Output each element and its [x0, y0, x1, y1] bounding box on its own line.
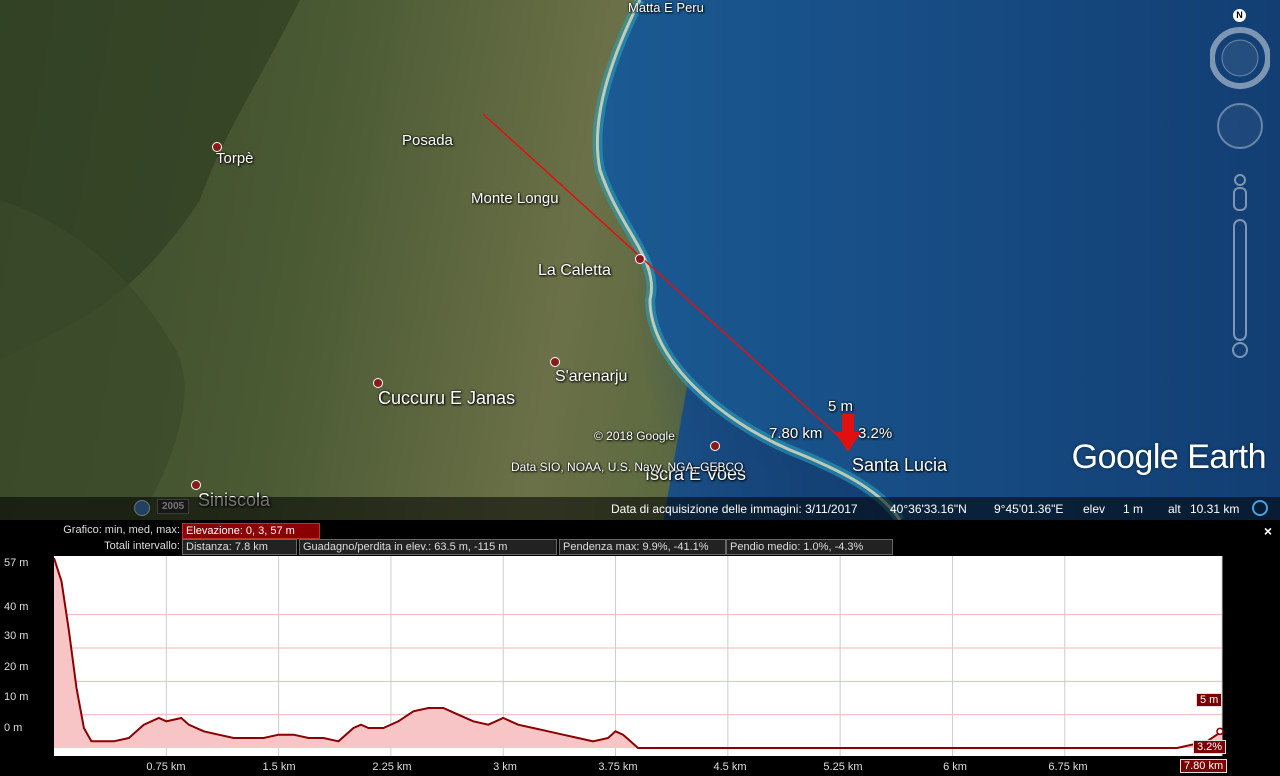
imagery-date: Data di acquisizione delle immagini: 3/1… — [611, 502, 858, 516]
cursor-distance-tag: 7.80 km — [1180, 759, 1228, 773]
elev-label: elev — [1083, 502, 1106, 516]
y-tick-label: 0 m — [4, 722, 23, 734]
copyright-text: © 2018 Google — [594, 429, 675, 443]
elevation-chart[interactable] — [54, 556, 1228, 759]
elevation-profile-panel: Grafico: min, med, max: Elevazione: 0, 3… — [0, 520, 1280, 776]
graph-label: Grafico: min, med, max: — [63, 524, 180, 536]
zoom-slider-thumb[interactable] — [1232, 342, 1248, 358]
close-button[interactable]: × — [1264, 523, 1272, 539]
place-label: Posada — [402, 132, 453, 149]
y-tick-label: 57 m — [4, 557, 29, 569]
y-tick-label: 10 m — [4, 691, 29, 703]
place-label: Matta E Peru — [628, 0, 704, 15]
marker-elev: 5 m — [828, 398, 854, 415]
data-credits: Data SIO, NOAA, U.S. Navy, NGA, GEBCO — [511, 460, 744, 474]
map-view[interactable]: Matta E Peru Torpè Posada Monte Longu La… — [0, 0, 1280, 520]
place-label: S'arenarju — [555, 368, 628, 385]
y-tick-label: 20 m — [4, 661, 29, 673]
place-label: La Caletta — [538, 262, 611, 279]
y-tick-label: 30 m — [4, 630, 29, 642]
place-pin — [191, 480, 201, 490]
elev-value: 1 m — [1123, 502, 1144, 516]
zoom-slider[interactable] — [1233, 219, 1247, 341]
place-pin — [550, 357, 560, 367]
place-pin — [710, 441, 720, 451]
marker-slope: 3.2% — [858, 425, 893, 442]
totals-row: Totali intervallo: Distanza: 7.8 km Guad… — [0, 539, 1280, 555]
cursor-point — [1216, 727, 1224, 736]
pegman-body-icon[interactable] — [1233, 187, 1247, 211]
status-bar: Data di acquisizione delle immagini: 3/1… — [0, 497, 1280, 520]
max-slope-stat[interactable]: Pendenza max: 9.9%, -41.1% — [559, 539, 726, 555]
latitude: 40°36'33.16"N — [890, 502, 967, 516]
navigation-controls: N — [1210, 8, 1270, 368]
totals-label: Totali intervallo: — [104, 540, 180, 552]
compass-inner — [1221, 39, 1259, 77]
look-joystick-icon[interactable] — [1217, 103, 1263, 149]
cursor-elev-tag: 5 m — [1196, 693, 1223, 707]
longitude: 9°45'01.36"E — [994, 502, 1064, 516]
cursor-slope-tag: 3.2% — [1193, 740, 1227, 754]
place-label: Torpè — [216, 150, 254, 167]
place-label: Cuccuru E Janas — [378, 388, 516, 408]
google-earth-logo: Google Earth — [1071, 438, 1267, 476]
x-tick-label: 5.25 km — [823, 761, 863, 773]
y-tick-label: 40 m — [4, 601, 29, 613]
x-tick-label: 6 km — [943, 761, 967, 773]
place-label: Santa Lucia — [852, 455, 948, 475]
streaming-indicator-icon — [1252, 500, 1268, 516]
graph-row: Grafico: min, med, max: Elevazione: 0, 3… — [0, 523, 1280, 539]
x-tick-label: 0.75 km — [146, 761, 186, 773]
x-tick-label: 1.5 km — [262, 761, 296, 773]
x-tick-label: 6.75 km — [1048, 761, 1088, 773]
pegman-head-icon[interactable] — [1234, 174, 1246, 186]
avg-slope-stat[interactable]: Pendio medio: 1.0%, -4.3% — [726, 539, 893, 555]
distance-stat[interactable]: Distanza: 7.8 km — [182, 539, 297, 555]
x-tick-label: 3.75 km — [598, 761, 638, 773]
position-arrow-icon[interactable] — [835, 414, 861, 452]
x-tick-label: 3 km — [493, 761, 517, 773]
place-pin — [373, 378, 383, 388]
x-tick-label: 2.25 km — [372, 761, 412, 773]
place-pin — [635, 254, 645, 264]
marker-dist: 7.80 km — [769, 425, 823, 442]
place-label: Monte Longu — [471, 190, 559, 207]
elevation-stat[interactable]: Elevazione: 0, 3, 57 m — [182, 523, 320, 539]
north-button[interactable]: N — [1233, 9, 1246, 22]
chart-background — [54, 556, 1222, 756]
alt-value: 10.31 km — [1190, 502, 1240, 516]
gain-loss-stat[interactable]: Guadagno/perdita in elev.: 63.5 m, -115 … — [299, 539, 557, 555]
alt-label: alt — [1168, 502, 1181, 516]
x-tick-label: 4.5 km — [713, 761, 747, 773]
